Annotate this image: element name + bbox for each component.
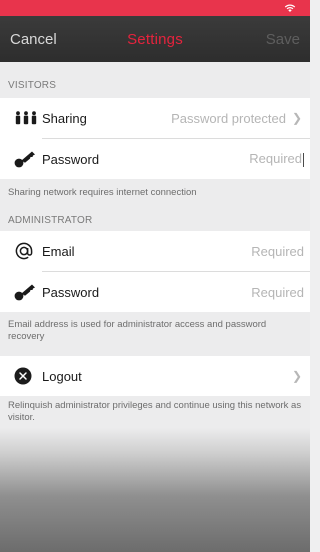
key-icon xyxy=(0,150,42,168)
sharing-row[interactable]: Sharing Password protected ❯ xyxy=(0,98,310,138)
email-field[interactable]: Required xyxy=(251,244,310,259)
visitor-password-field[interactable]: Required xyxy=(249,151,310,167)
key-icon xyxy=(0,283,42,301)
close-circle-icon xyxy=(0,367,42,385)
chevron-right-icon: ❯ xyxy=(292,111,303,125)
chevron-right-icon: ❯ xyxy=(292,369,303,383)
logout-footnote: Relinquish administrator privileges and … xyxy=(0,396,310,432)
cancel-button[interactable]: Cancel xyxy=(10,31,57,48)
text-caret xyxy=(303,152,304,167)
people-icon xyxy=(0,111,42,125)
sharing-label: Sharing xyxy=(42,110,87,126)
logout-group: Logout ❯ xyxy=(0,356,310,396)
visitor-password-label: Password xyxy=(42,151,100,167)
admin-password-field[interactable]: Required xyxy=(251,285,310,300)
email-label: Email xyxy=(42,243,75,259)
admin-password-row: Password Required xyxy=(0,272,310,312)
admin-password-label: Password xyxy=(42,284,100,300)
section-header-visitors: VISITORS xyxy=(0,62,310,98)
administrator-group: Email Required Password Required xyxy=(0,231,310,312)
logout-label: Logout xyxy=(42,368,82,384)
sharing-value: Password protected xyxy=(171,110,286,126)
email-row: Email Required xyxy=(0,231,310,271)
save-button[interactable]: Save xyxy=(266,31,300,48)
at-sign-icon xyxy=(0,241,42,261)
visitors-group: Sharing Password protected ❯ Password Re… xyxy=(0,98,310,179)
status-bar xyxy=(0,0,310,16)
visitor-password-placeholder: Required xyxy=(249,151,302,167)
visitor-password-row: Password Required xyxy=(0,139,310,179)
logout-row[interactable]: Logout ❯ xyxy=(0,356,310,396)
page-title: Settings xyxy=(127,30,183,48)
wifi-icon xyxy=(284,4,296,12)
administrator-footnote: Email address is used for administrator … xyxy=(0,312,310,356)
background-gradient xyxy=(0,428,310,552)
navigation-bar: Cancel Settings Save xyxy=(0,16,310,62)
section-header-administrator: ADMINISTRATOR xyxy=(0,205,310,231)
visitors-footnote: Sharing network requires internet connec… xyxy=(0,179,310,205)
